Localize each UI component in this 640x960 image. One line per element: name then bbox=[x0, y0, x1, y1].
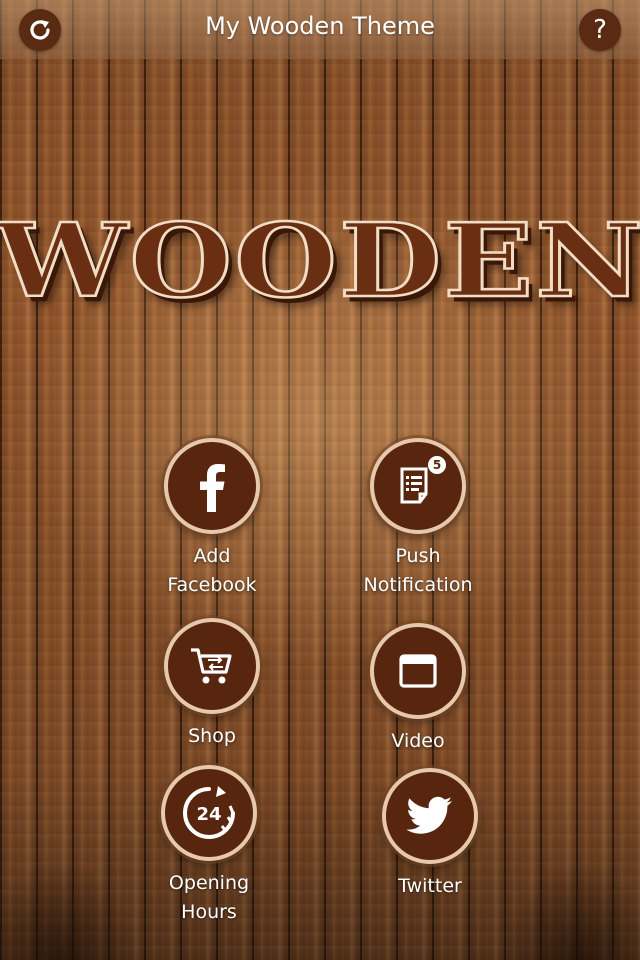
top-bar: My Wooden Theme ? bbox=[0, 0, 640, 59]
feature-push-notification[interactable]: 5 Push Notification bbox=[318, 438, 518, 600]
feature-label: Shop bbox=[188, 725, 236, 747]
wooden-logo: WOODEN bbox=[0, 190, 640, 330]
feature-label: Video bbox=[391, 730, 445, 752]
logo-text: WOODEN bbox=[0, 199, 640, 321]
hours-24-icon: 24 bbox=[183, 786, 235, 839]
feature-opening-hours[interactable]: 24 Opening Hours bbox=[109, 765, 309, 927]
feature-add-facebook[interactable]: Add Facebook bbox=[112, 438, 312, 600]
svg-text:24: 24 bbox=[196, 804, 221, 825]
feature-label: Opening Hours bbox=[168, 872, 250, 923]
help-icon: ? bbox=[593, 15, 607, 45]
feature-label: Twitter bbox=[398, 875, 462, 897]
page-title: My Wooden Theme bbox=[205, 12, 435, 40]
opening-hours-button[interactable]: 24 bbox=[161, 765, 257, 861]
twitter-icon bbox=[406, 796, 452, 834]
shop-button[interactable] bbox=[164, 618, 260, 714]
feature-label: Push Notification bbox=[363, 545, 473, 596]
feature-shop[interactable]: Shop bbox=[112, 618, 312, 751]
push-notification-button[interactable]: 5 bbox=[370, 438, 466, 534]
notification-count-badge: 5 bbox=[428, 456, 446, 474]
app-screen: My Wooden Theme ? WOODEN Add Facebook 5 … bbox=[0, 0, 640, 960]
twitter-button[interactable] bbox=[382, 768, 478, 864]
video-icon bbox=[399, 654, 437, 688]
facebook-button[interactable] bbox=[164, 438, 260, 534]
video-button[interactable] bbox=[370, 623, 466, 719]
cart-icon bbox=[191, 648, 232, 684]
feature-twitter[interactable]: Twitter bbox=[330, 768, 530, 901]
feature-label: Add Facebook bbox=[167, 545, 257, 596]
help-button[interactable]: ? bbox=[579, 9, 621, 51]
facebook-icon bbox=[200, 464, 225, 512]
feature-video[interactable]: Video bbox=[318, 623, 518, 756]
